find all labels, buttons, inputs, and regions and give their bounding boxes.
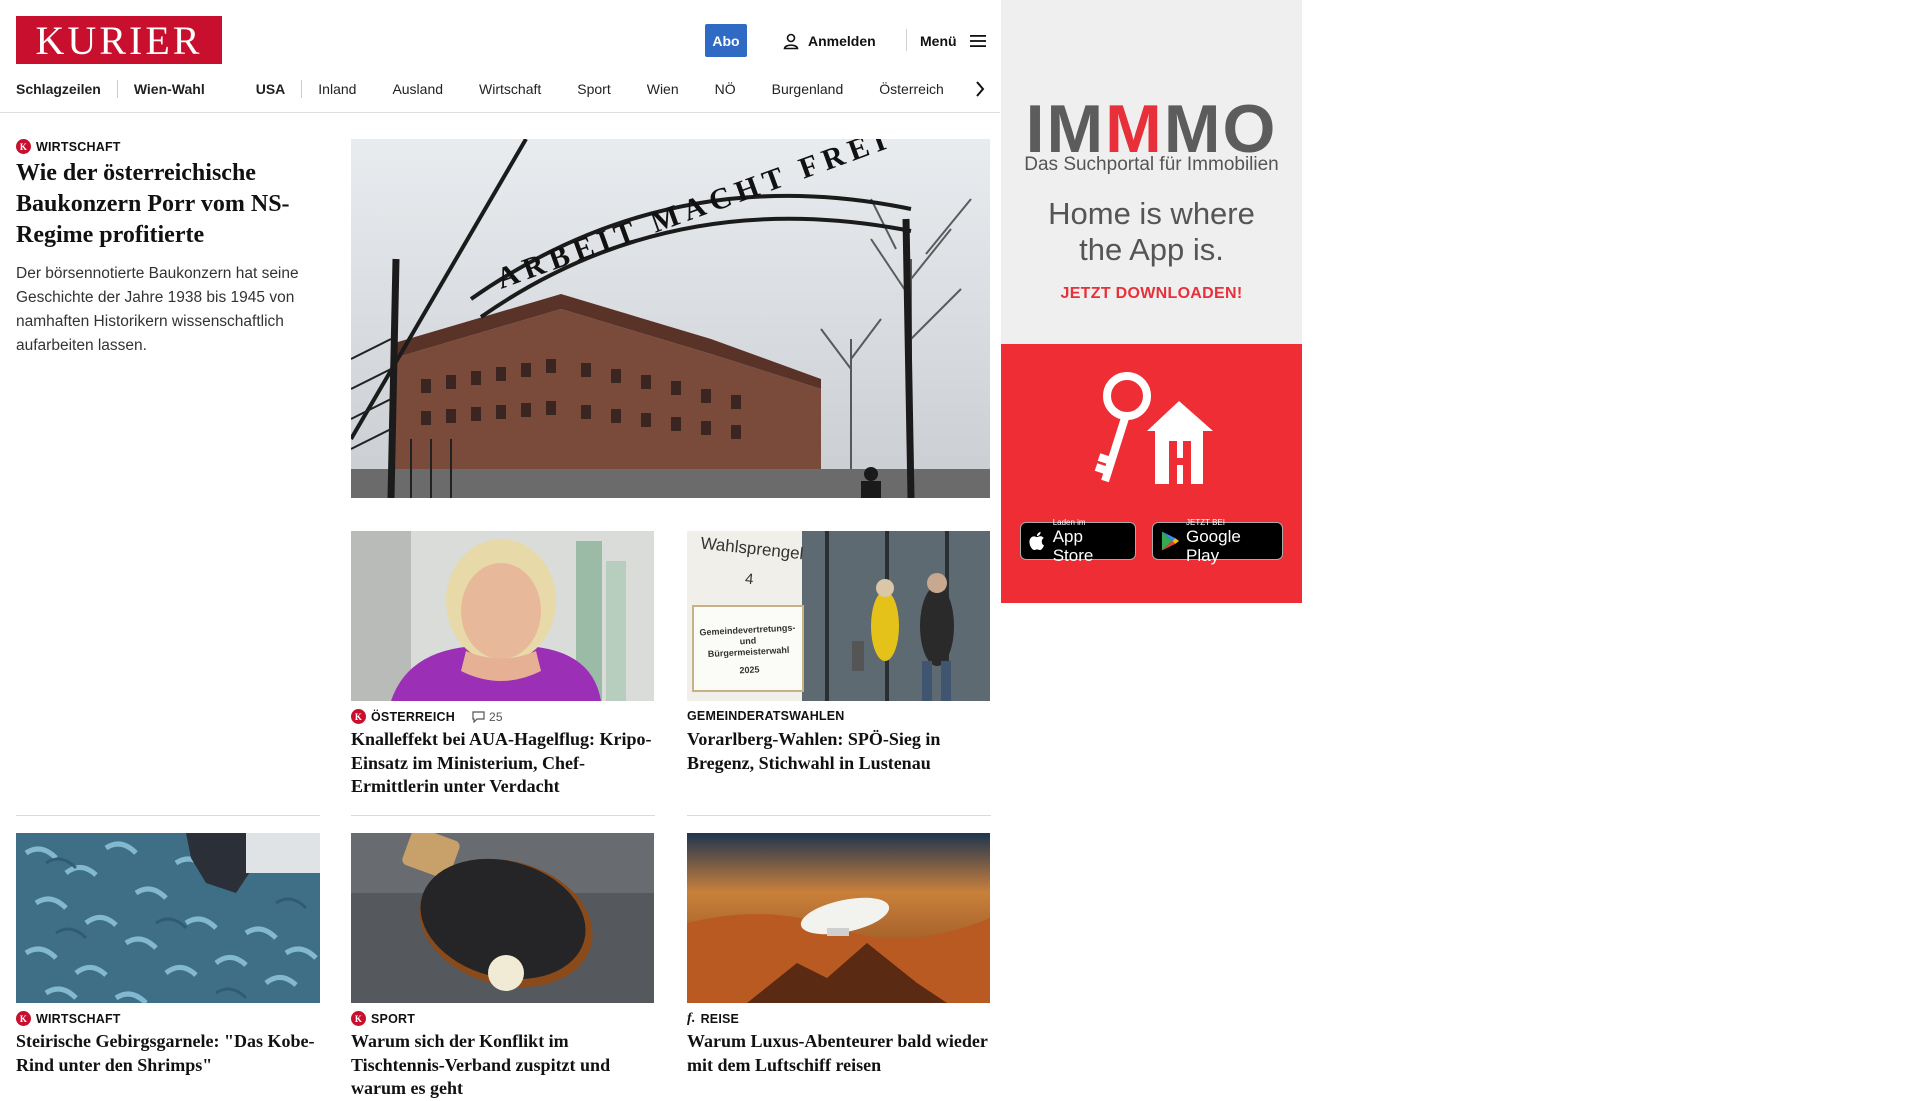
nav-item-wien[interactable]: Wien bbox=[647, 81, 679, 97]
key-house-icon bbox=[1094, 372, 1213, 484]
chevron-right-icon bbox=[976, 81, 985, 97]
comment-count: 25 bbox=[488, 709, 503, 724]
nav-scroll-right-button[interactable] bbox=[970, 78, 990, 100]
article-kicker-label: WIRTSCHAFT bbox=[36, 1011, 121, 1026]
article-headline[interactable]: Warum Luxus-Abenteurer bald wieder mit d… bbox=[687, 1030, 992, 1077]
nav-divider bbox=[301, 80, 303, 98]
article-headline[interactable]: Steirische Gebirgsgarnele: "Das Kobe-Rin… bbox=[16, 1030, 322, 1077]
nav-item-inland[interactable]: Inland bbox=[318, 81, 356, 97]
kurier-plus-badge-icon: K bbox=[16, 1011, 31, 1026]
app-store-small-label: Laden im bbox=[1052, 517, 1086, 527]
nav-item-usa[interactable]: USA bbox=[256, 81, 286, 97]
nav-item-sport[interactable]: Sport bbox=[577, 81, 610, 97]
ad-download-cta[interactable]: JETZT DOWNLOADEN! bbox=[1001, 285, 1302, 303]
nav-item-ausland[interactable]: Ausland bbox=[392, 81, 443, 97]
nav-divider bbox=[116, 80, 118, 98]
article-image-politician[interactable] bbox=[351, 531, 654, 701]
article-kicker[interactable]: K ÖSTERREICH 25 bbox=[351, 709, 503, 724]
article-headline[interactable]: Warum sich der Konflikt im Tischtennis-V… bbox=[351, 1030, 656, 1101]
app-store-label: App Store bbox=[1052, 526, 1094, 565]
nav-item-schlagzeilen[interactable]: Schlagzeilen bbox=[16, 81, 101, 97]
login-button[interactable]: Anmelden bbox=[782, 30, 876, 52]
nav-item-wirtschaft[interactable]: Wirtschaft bbox=[479, 81, 541, 97]
article-image-airship[interactable] bbox=[687, 833, 990, 1003]
lead-kicker-label: WIRTSCHAFT bbox=[36, 139, 121, 154]
menu-button[interactable]: Menü bbox=[920, 30, 987, 52]
article-kicker[interactable]: f. REISE bbox=[687, 1011, 739, 1027]
google-play-button[interactable]: JETZT BEI Google Play bbox=[1152, 518, 1283, 565]
kurier-plus-badge-icon: K bbox=[16, 139, 31, 154]
kurier-logo[interactable]: KURIER bbox=[16, 16, 222, 64]
google-play-label: Google Play bbox=[1186, 526, 1241, 565]
sign-line-4: und bbox=[739, 636, 756, 647]
article-divider bbox=[687, 815, 991, 816]
article-image-shrimps[interactable] bbox=[16, 833, 320, 1003]
section-nav: Schlagzeilen Wien-Wahl USA Inland Auslan… bbox=[16, 78, 986, 100]
nav-item-wien-wahl[interactable]: Wien-Wahl bbox=[134, 81, 205, 97]
abo-button[interactable]: Abo bbox=[705, 24, 747, 57]
article-divider bbox=[351, 815, 655, 816]
article-image-polling-station[interactable]: Wahlsprengel 4 Gemeindevertretungs- und … bbox=[687, 531, 990, 701]
immmo-ad[interactable]: IMMMO Das Suchportal für Immobilien Home… bbox=[1001, 0, 1302, 603]
lead-image[interactable]: ARBEIT MACHT FREI bbox=[351, 139, 990, 498]
ad-claim-line-2: the App is. bbox=[1079, 232, 1224, 267]
google-play-icon bbox=[1161, 531, 1180, 551]
nav-item-oesterreich[interactable]: Österreich bbox=[879, 81, 944, 97]
article-headline[interactable]: Vorarlberg-Wahlen: SPÖ-Sieg in Bregenz, … bbox=[687, 728, 992, 775]
header-divider bbox=[906, 29, 907, 51]
hamburger-icon bbox=[969, 35, 986, 47]
header-rule bbox=[0, 112, 1000, 113]
kurier-plus-badge-icon: K bbox=[351, 709, 366, 724]
ad-subtitle: Das Suchportal für Immobilien bbox=[1024, 154, 1279, 175]
lead-teaser: Der börsennotierte Baukonzern hat seine … bbox=[16, 265, 299, 354]
article-kicker[interactable]: K SPORT bbox=[351, 1011, 415, 1026]
comments-link[interactable]: 25 bbox=[472, 710, 503, 724]
login-label: Anmelden bbox=[808, 33, 876, 49]
article-kicker[interactable]: GEMEINDERATSWAHLEN bbox=[687, 709, 845, 723]
article-kicker-label: GEMEINDERATSWAHLEN bbox=[687, 709, 845, 723]
article-headline[interactable]: Knalleffekt bei AUA-Hagelflug: Kripo-Ein… bbox=[351, 728, 656, 799]
sign-line-2: 4 bbox=[744, 570, 754, 588]
comment-icon bbox=[472, 710, 485, 723]
article-image-table-tennis[interactable] bbox=[351, 833, 654, 1003]
lead-headline[interactable]: Wie der österreichische Baukonzern Porr … bbox=[16, 158, 322, 251]
user-icon bbox=[783, 33, 799, 50]
menu-label: Menü bbox=[920, 33, 957, 49]
nav-item-burgenland[interactable]: Burgenland bbox=[772, 81, 844, 97]
reise-badge-icon: f. bbox=[687, 1011, 696, 1026]
lead-kicker[interactable]: K WIRTSCHAFT bbox=[16, 139, 121, 154]
apple-icon bbox=[1029, 531, 1044, 551]
google-play-small-label: JETZT BEI bbox=[1186, 517, 1225, 527]
app-store-button[interactable]: Laden im App Store bbox=[1020, 518, 1136, 565]
sign-line-6: 2025 bbox=[739, 664, 760, 675]
article-kicker-label: SPORT bbox=[371, 1011, 416, 1026]
article-kicker-label: ÖSTERREICH bbox=[371, 709, 455, 724]
article-divider bbox=[16, 815, 320, 816]
kurier-plus-badge-icon: K bbox=[351, 1011, 366, 1026]
article-kicker-label: REISE bbox=[700, 1012, 740, 1026]
nav-spacer bbox=[221, 80, 222, 98]
article-kicker[interactable]: K WIRTSCHAFT bbox=[16, 1011, 121, 1026]
nav-item-noe[interactable]: NÖ bbox=[715, 81, 736, 97]
ad-claim-line-1: Home is where bbox=[1048, 196, 1255, 231]
ad-red-panel: Laden im App Store JETZT BEI Google Play bbox=[1001, 344, 1302, 603]
ad-claim: Home is where the App is. bbox=[1001, 196, 1302, 268]
